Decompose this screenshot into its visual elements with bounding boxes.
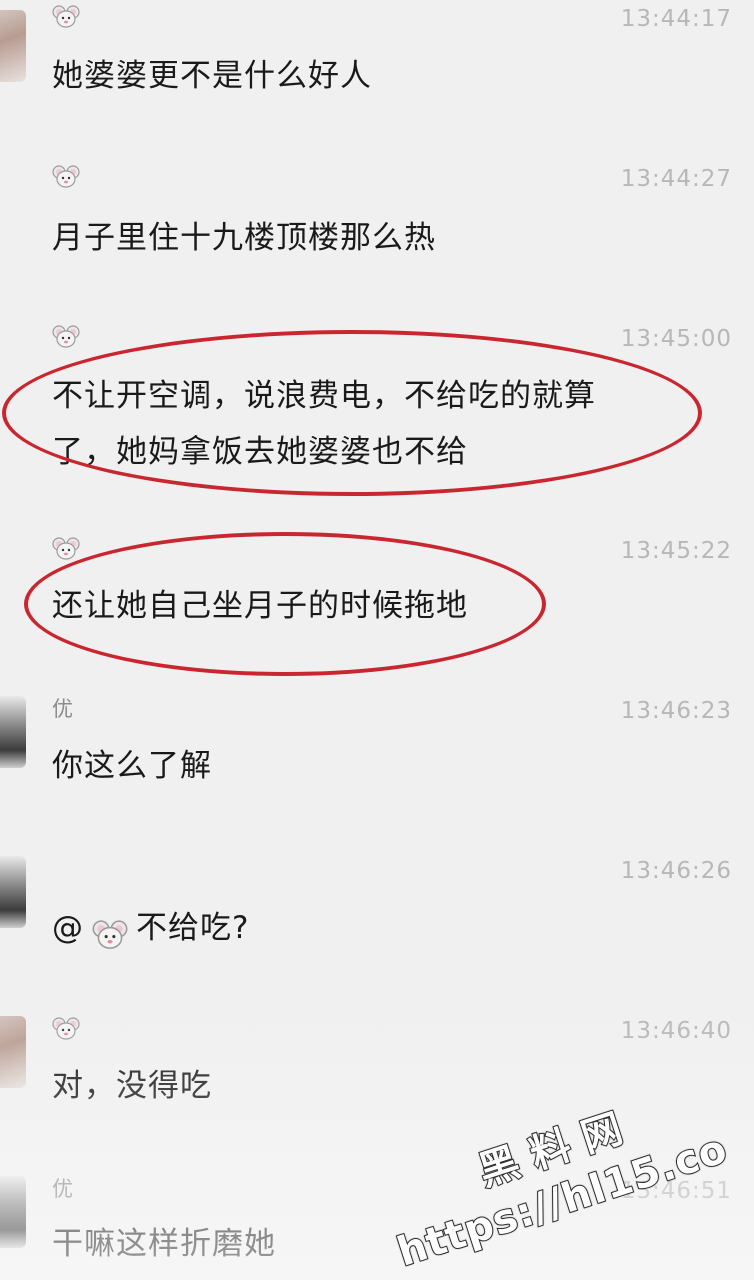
avatar[interactable] — [0, 856, 26, 928]
avatar[interactable] — [0, 1176, 26, 1248]
message-time: 13:46:40 — [620, 1018, 732, 1044]
sender-name — [52, 1016, 80, 1042]
message-time: 13:45:22 — [620, 538, 732, 564]
mouse-emoji-icon — [52, 4, 80, 28]
message-body: 不给吃? — [136, 910, 250, 946]
sender-name: 优 — [52, 1177, 73, 1201]
avatar[interactable] — [0, 696, 26, 768]
message-text-line[interactable]: 了，她妈拿饭去她婆婆也不给 — [52, 424, 468, 480]
chat-message: 13:44:27 月子里住十九楼顶楼那么热 — [0, 160, 754, 310]
message-text[interactable]: 对，没得吃 — [52, 1058, 212, 1114]
sender-name — [52, 4, 80, 30]
mouse-emoji-icon — [52, 536, 80, 560]
sender-name: 优 — [52, 697, 73, 721]
mention-prefix: @ — [52, 910, 84, 946]
message-text[interactable]: 月子里住十九楼顶楼那么热 — [52, 210, 436, 266]
chat-message: 13:45:00 不让开空调，说浪费电，不给吃的就算 了，她妈拿饭去她婆婆也不给 — [0, 320, 754, 510]
message-text[interactable]: @ 不给吃? — [52, 900, 249, 956]
message-text[interactable]: 干嘛这样折磨她 — [52, 1216, 276, 1272]
message-time: 13:46:26 — [620, 858, 732, 884]
sender-name — [52, 536, 80, 562]
message-time: 13:46:23 — [620, 698, 732, 724]
message-text[interactable]: 你这么了解 — [52, 738, 212, 794]
mouse-emoji-icon — [52, 1016, 80, 1040]
chat-message: 13:46:26 @ 不给吃? — [0, 852, 754, 1002]
chat-message: 13:45:22 还让她自己坐月子的时候拖地 — [0, 532, 754, 682]
mouse-emoji-icon — [52, 324, 80, 348]
sender-name — [52, 164, 80, 190]
mouse-emoji-icon — [92, 912, 128, 949]
mouse-emoji-icon — [52, 164, 80, 188]
message-time: 13:44:27 — [620, 166, 732, 192]
message-time: 13:44:17 — [620, 6, 732, 32]
avatar[interactable] — [0, 1016, 26, 1088]
message-text[interactable]: 还让她自己坐月子的时候拖地 — [52, 578, 468, 634]
chat-message: 13:46:40 对，没得吃 — [0, 1012, 754, 1162]
sender-name — [52, 324, 80, 350]
message-time: 13:45:00 — [620, 326, 732, 352]
message-text[interactable]: 她婆婆更不是什么好人 — [52, 48, 372, 104]
avatar[interactable] — [0, 10, 26, 82]
message-text-line[interactable]: 不让开空调，说浪费电，不给吃的就算 — [52, 368, 596, 424]
chat-message: 优 13:46:23 你这么了解 — [0, 692, 754, 842]
chat-message: 13:44:17 她婆婆更不是什么好人 — [0, 0, 754, 150]
